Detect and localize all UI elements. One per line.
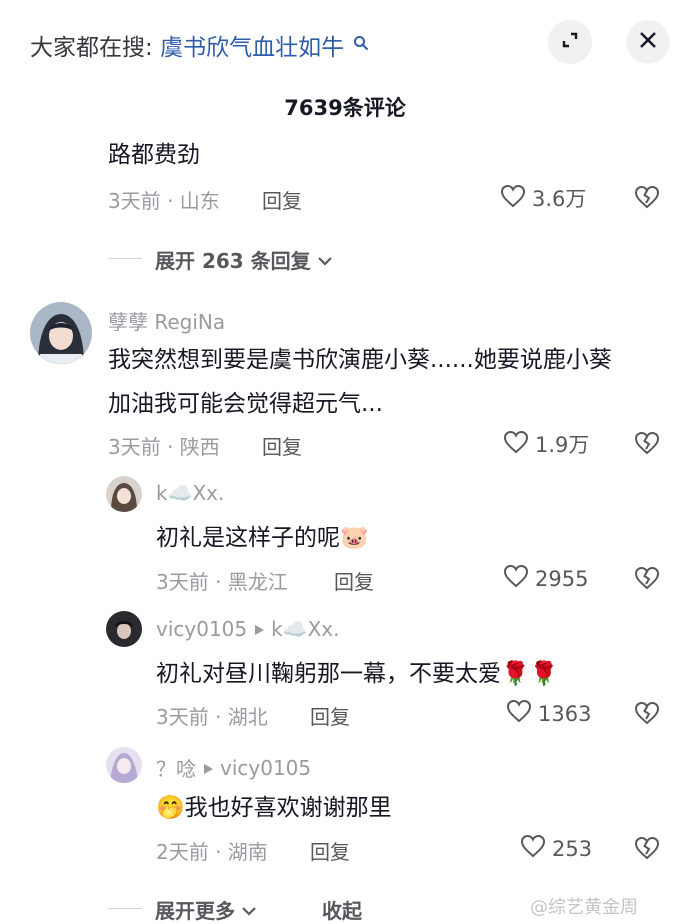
expand-more-label: 展开更多 [155,899,235,923]
comment-text: 路都费劲 [108,142,200,168]
heart-icon [503,564,529,593]
reply-header: vicy0105 k☁️Xx. [156,617,340,641]
like-button[interactable]: 1363 [506,699,591,728]
search-term-link[interactable]: 虞书欣气血壮如牛 [160,35,344,61]
heart-icon [520,834,546,863]
reply-button[interactable]: 回复 [310,836,350,865]
avatar[interactable] [106,476,142,512]
search-icon [353,31,371,50]
reply-button[interactable]: 回复 [310,701,350,730]
expand-replies-button[interactable]: 展开 263 条回复 [155,245,333,274]
reply-text: 初礼是这样子的呢🐷 [156,525,369,551]
comment-text-line-1: 我突然想到要是虞书欣演鹿小葵......她要说鹿小葵 [108,347,612,373]
divider [108,908,142,909]
dislike-button[interactable] [634,185,660,213]
collapse-button[interactable]: 收起 [322,895,362,924]
reply-header: ？唸 vicy0105 [156,753,311,782]
like-button[interactable]: 2955 [503,564,588,593]
reply-button[interactable]: 回复 [334,566,374,595]
broken-heart-icon [634,431,660,459]
reply-username[interactable]: k☁️Xx. [156,481,224,505]
collapse-label: 收起 [322,899,362,923]
reply-button[interactable]: 回复 [262,431,302,460]
comment-meta: 3天前 · 陕西 [108,435,220,459]
like-count: 1363 [538,701,592,726]
reply-text: 🤭我也好喜欢谢谢那里 [156,795,392,821]
broken-heart-icon [634,836,660,864]
reply-button[interactable]: 回复 [262,185,302,214]
expand-more-button[interactable]: 展开更多 [155,895,257,924]
close-button[interactable] [626,20,670,64]
like-button[interactable]: 253 [520,834,592,863]
comment-meta: 3天前 · 山东 [108,189,220,213]
like-count: 3.6万 [532,187,587,211]
reply-to-username[interactable]: k☁️Xx. [271,617,339,641]
chevron-down-icon [317,248,333,272]
comment-count-title: 7639条评论 [284,96,406,120]
expand-replies-label: 展开 263 条回复 [155,249,311,273]
like-button[interactable]: 3.6万 [500,183,586,213]
like-button[interactable]: 1.9万 [503,429,589,459]
reply-meta: 3天前 · 黑龙江 [156,570,288,594]
reply-arrow-icon [202,756,214,780]
divider [108,258,142,259]
search-suggestion-bar[interactable]: 大家都在搜: 虞书欣气血壮如牛 [30,28,371,62]
dislike-button[interactable] [634,836,660,864]
heart-icon [506,699,532,728]
reply-to-username[interactable]: vicy0105 [220,756,311,780]
reply-username[interactable]: ？唸 [156,753,196,782]
heart-icon [500,184,526,213]
chevron-down-icon [241,898,257,922]
expand-panel-button[interactable] [548,20,592,64]
reply-username[interactable]: vicy0105 [156,617,247,641]
like-count: 2955 [535,566,589,591]
dislike-button[interactable] [634,701,660,729]
like-count: 253 [552,836,593,861]
dislike-button[interactable] [634,431,660,459]
dislike-button[interactable] [634,566,660,594]
comment-text-line-2: 加油我可能会觉得超元气... [108,391,383,417]
reply-arrow-icon [253,617,265,641]
expand-icon [560,30,580,54]
heart-icon [503,430,529,459]
reply-meta: 3天前 · 湖北 [156,705,268,729]
like-count: 1.9万 [535,433,590,457]
close-icon [638,30,658,54]
broken-heart-icon [634,701,660,729]
broken-heart-icon [634,566,660,594]
reply-text: 初礼对昼川鞠躬那一幕，不要太爱🌹🌹 [156,661,559,687]
avatar[interactable] [106,747,142,783]
avatar[interactable] [106,611,142,647]
comment-username[interactable]: 孽孽 RegiNa [108,306,225,335]
avatar[interactable] [30,302,92,364]
watermark: @综艺黄金周 [530,897,638,918]
search-prefix: 大家都在搜: [30,35,153,61]
reply-meta: 2天前 · 湖南 [156,840,268,864]
broken-heart-icon [634,185,660,213]
